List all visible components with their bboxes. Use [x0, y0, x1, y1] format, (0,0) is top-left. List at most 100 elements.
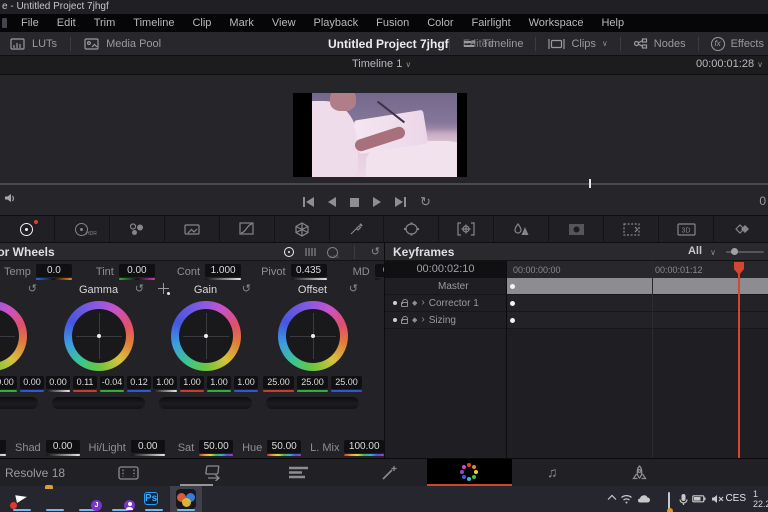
chevron-down-icon[interactable]: ∨: [710, 248, 716, 257]
stereo-tool[interactable]: [714, 216, 768, 242]
menu-item-edit[interactable]: Edit: [48, 17, 85, 29]
qualifier-tool[interactable]: [330, 216, 385, 242]
keyframes-ruler[interactable]: 00:00:02:10 00:00:00:00 00:00:01:12: [385, 261, 768, 278]
lift-master-wheel[interactable]: [0, 397, 38, 409]
gamma-g-field[interactable]: -0.04: [100, 376, 124, 392]
playhead-line[interactable]: [738, 262, 740, 458]
curves-tool[interactable]: [220, 216, 275, 242]
keyframe-dot[interactable]: [510, 284, 515, 289]
keyframe-dot[interactable]: [510, 318, 515, 323]
gamma-reset-icon[interactable]: ↺: [135, 284, 144, 295]
luts-button[interactable]: LUTs: [32, 38, 57, 50]
taskbar-chrome-j[interactable]: J: [78, 488, 98, 508]
temp-field[interactable]: 0.0: [36, 264, 72, 280]
taskbar-file-explorer[interactable]: [45, 488, 65, 508]
page-fairlight[interactable]: ♫: [547, 464, 558, 480]
viewer-scrubber[interactable]: [0, 183, 768, 185]
clips-button[interactable]: Clips: [571, 38, 595, 50]
keyframe-dot[interactable]: [510, 301, 515, 306]
microphone-icon[interactable]: [679, 493, 688, 506]
effects-button[interactable]: Effects: [731, 38, 764, 50]
battery-icon[interactable]: [692, 495, 706, 503]
offset-r-field[interactable]: 25.00: [263, 376, 294, 392]
volume-muted-icon[interactable]: [711, 494, 724, 504]
offset-b-field[interactable]: 25.00: [331, 376, 362, 392]
sizing-tool[interactable]: [604, 216, 659, 242]
offset-reset-icon[interactable]: ↺: [349, 284, 358, 295]
menu-item-help[interactable]: Help: [592, 17, 633, 29]
blur-tool[interactable]: [494, 216, 549, 242]
master-track[interactable]: [506, 278, 768, 294]
keyframe-diamond-icon[interactable]: ◆: [412, 316, 417, 324]
motion-effects-tool[interactable]: [165, 216, 220, 242]
log-wheels-mode-icon[interactable]: [327, 247, 338, 258]
stop-button[interactable]: [350, 198, 359, 207]
gain-g-field[interactable]: 1.00: [207, 376, 231, 392]
3d-tool[interactable]: 3D: [659, 216, 714, 242]
reset-all-icon[interactable]: ↺: [371, 247, 380, 258]
timeline-selector[interactable]: Timeline 1 ∨: [352, 58, 411, 70]
play-button[interactable]: [373, 197, 381, 207]
offset-master-wheel[interactable]: [266, 397, 359, 409]
menu-item-fusion[interactable]: Fusion: [367, 17, 418, 29]
zoom-slider-knob[interactable]: [731, 248, 738, 255]
hilight-field[interactable]: 0.00: [131, 440, 165, 456]
loop-button[interactable]: ↻: [420, 196, 431, 208]
timeline-view-button[interactable]: Timeline: [482, 38, 523, 50]
menu-item-workspace[interactable]: Workspace: [520, 17, 593, 29]
offset-wheel[interactable]: [278, 301, 348, 371]
viewer-timecode[interactable]: 00:00:01:28 ∨: [696, 58, 763, 70]
clipped-field[interactable]: 0.00: [0, 440, 6, 456]
taskbar-chrome-person[interactable]: [111, 488, 131, 508]
taskbar-telegram[interactable]: [12, 488, 32, 508]
play-reverse-button[interactable]: [328, 197, 336, 207]
gain-master-wheel[interactable]: [159, 397, 252, 409]
page-cut[interactable]: [202, 465, 225, 481]
sat-field[interactable]: 50.00: [199, 440, 233, 456]
lock-icon[interactable]: [401, 302, 408, 307]
keyboard-layout[interactable]: CES: [725, 493, 746, 504]
track-row-master[interactable]: Master: [385, 278, 768, 295]
track-row-corrector1[interactable]: ◆ › Corrector 1: [385, 295, 768, 312]
menu-item-view[interactable]: View: [263, 17, 305, 29]
shad-field[interactable]: 0.00: [46, 440, 80, 456]
wifi-icon[interactable]: [620, 494, 633, 504]
expand-chevron-icon[interactable]: ›: [421, 298, 424, 308]
menu-item-mark[interactable]: Mark: [220, 17, 262, 29]
pivot-field[interactable]: 0.435: [291, 264, 327, 280]
cont-field[interactable]: 1.000: [205, 264, 241, 280]
cast-screen-icon[interactable]: [668, 493, 670, 511]
track-row-sizing[interactable]: ◆ › Sizing: [385, 312, 768, 329]
onedrive-cloud-icon[interactable]: [636, 494, 651, 504]
menu-item-fairlight[interactable]: Fairlight: [463, 17, 520, 29]
menu-item-clip[interactable]: Clip: [183, 17, 220, 29]
color-warper-tool[interactable]: [275, 216, 330, 242]
tint-field[interactable]: 0.00: [119, 264, 155, 280]
keyframe-diamond-icon[interactable]: ◆: [412, 299, 417, 307]
taskbar-clock[interactable]: 1 22.2: [753, 489, 768, 509]
keyframes-filter[interactable]: All: [688, 245, 702, 257]
page-deliver[interactable]: [631, 465, 648, 483]
gamma-wheel[interactable]: [64, 301, 134, 371]
page-media[interactable]: [118, 465, 139, 481]
skip-start-button[interactable]: [303, 197, 314, 207]
speaker-icon[interactable]: [4, 193, 17, 204]
menu-item-file[interactable]: File: [12, 17, 48, 29]
menu-item-color[interactable]: Color: [418, 17, 462, 29]
corrector1-track[interactable]: [506, 295, 768, 311]
menu-item-trim[interactable]: Trim: [85, 17, 125, 29]
gamma-master-wheel[interactable]: [52, 397, 145, 409]
offset-g-field[interactable]: 25.00: [297, 376, 328, 392]
enable-dot-icon[interactable]: [393, 301, 397, 305]
expand-chevron-icon[interactable]: ›: [421, 315, 424, 325]
gain-y-field[interactable]: 1.00: [153, 376, 177, 392]
page-color[interactable]: [460, 463, 478, 481]
gamma-b-field[interactable]: 0.12: [127, 376, 151, 392]
skip-end-button[interactable]: [395, 197, 406, 207]
nodes-button[interactable]: Nodes: [654, 38, 686, 50]
key-tool[interactable]: [549, 216, 604, 242]
page-edit[interactable]: [288, 465, 309, 480]
hdr-wheels-tool[interactable]: HDR: [55, 216, 110, 242]
power-windows-tool[interactable]: [384, 216, 439, 242]
lock-icon[interactable]: [401, 319, 408, 324]
